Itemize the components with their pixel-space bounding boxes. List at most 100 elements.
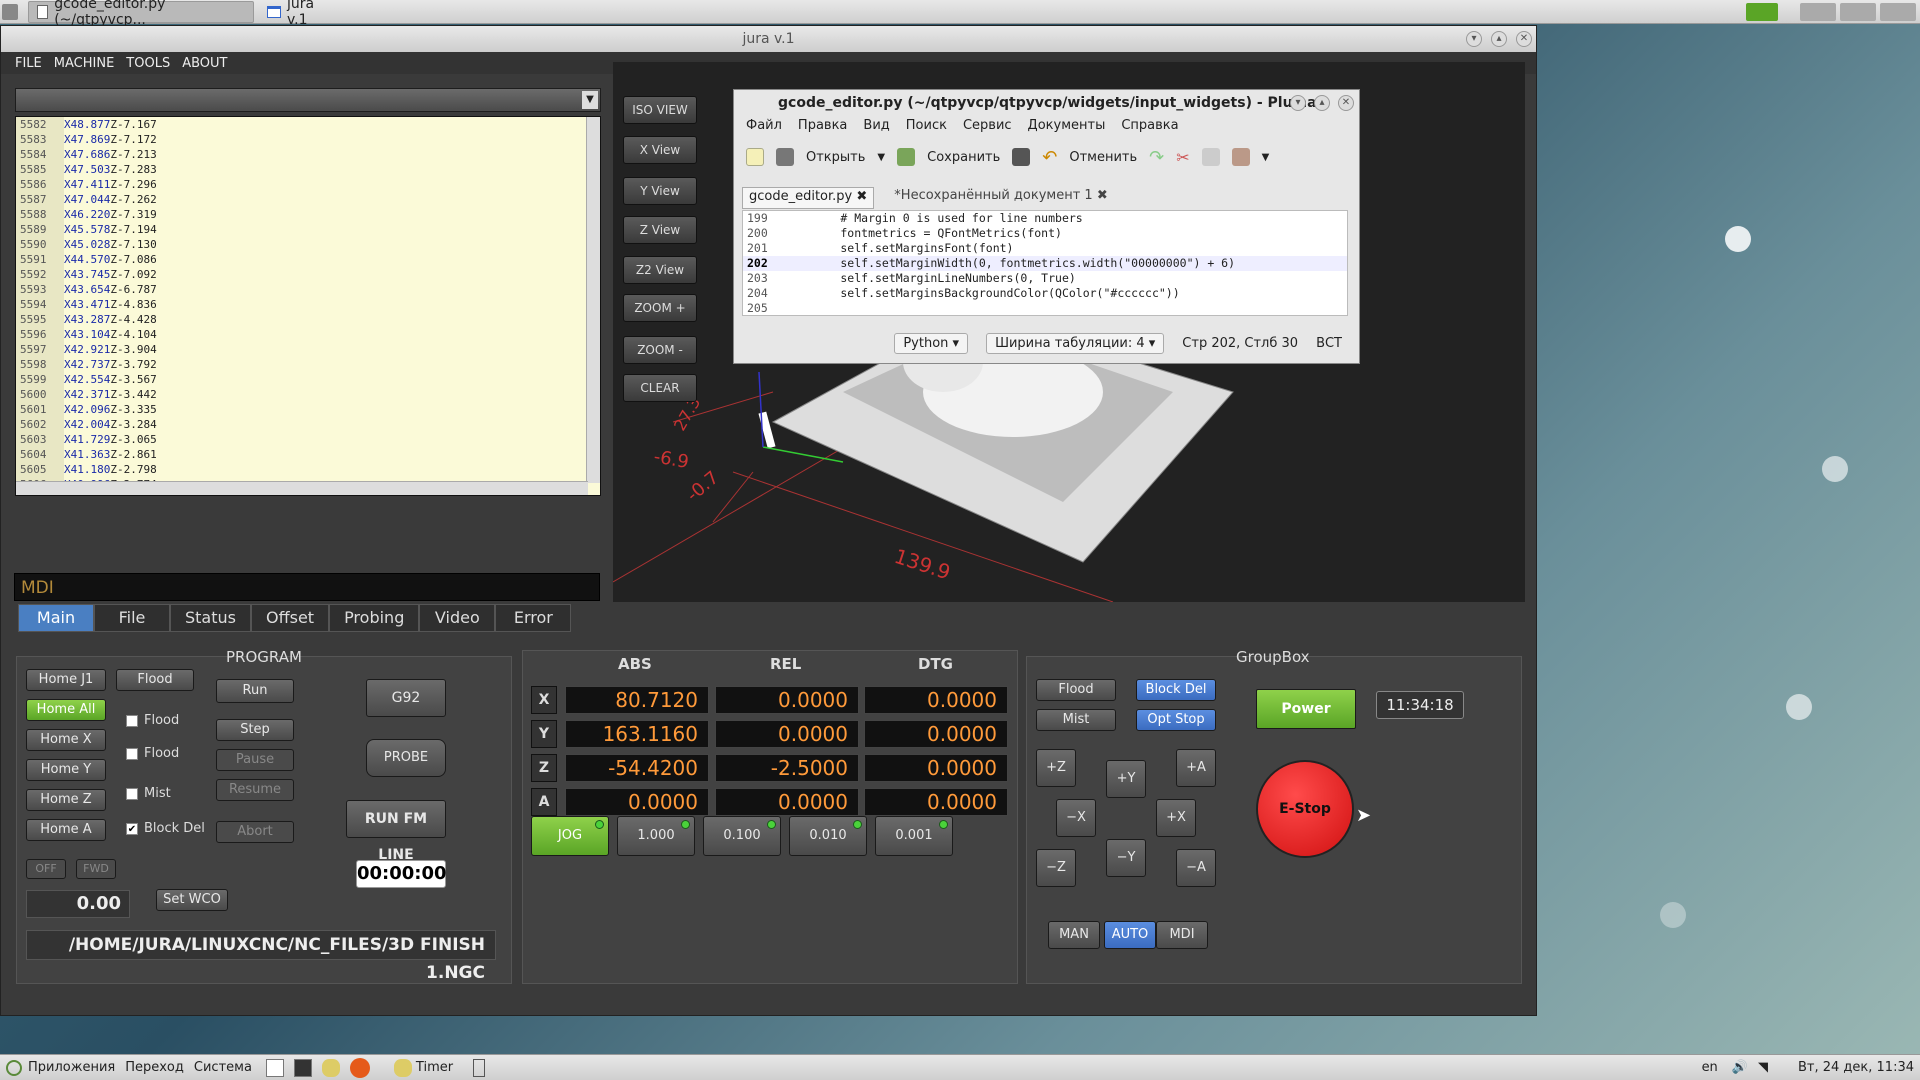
x-view-button[interactable]: X View (623, 136, 697, 164)
gcode-line[interactable]: 5586 X47.411 Z-7.296 (16, 177, 600, 192)
code-line[interactable]: 201 self.setMarginsFont(font) (743, 241, 1347, 256)
cut-icon[interactable]: ✂ (1176, 148, 1189, 167)
menu-system[interactable]: Система (194, 1060, 252, 1075)
timer-applet-icon[interactable] (393, 1058, 412, 1077)
menu-machine[interactable]: MACHINE (54, 56, 115, 71)
dro-axis-label[interactable]: Z (531, 754, 557, 782)
checkbox-box[interactable] (126, 787, 138, 800)
gcode-line[interactable]: 5590 X45.028 Z-7.130 (16, 237, 600, 252)
menu-file[interactable]: FILE (15, 56, 42, 71)
gcode-line[interactable]: 5588 X46.220 Z-7.319 (16, 207, 600, 222)
zoom-out-button[interactable]: ZOOM - (623, 336, 697, 364)
network-icon[interactable]: ◥ (1758, 1060, 1768, 1075)
home-y-button[interactable]: Home Y (26, 759, 106, 781)
dro-axis-label[interactable]: Y (531, 720, 557, 748)
home-j1-button[interactable]: Home J1 (26, 669, 106, 691)
estop-button[interactable]: E-Stop (1256, 760, 1354, 858)
jog-axis-button[interactable]: −Z (1036, 849, 1076, 887)
gcode-line[interactable]: 5602 X42.004 Z-3.284 (16, 417, 600, 432)
block-del-checkbox[interactable]: ✔ Block Del (126, 821, 205, 836)
gcode-line[interactable]: 5591 X44.570 Z-7.086 (16, 252, 600, 267)
set-wco-button[interactable]: Set WCO (156, 889, 228, 911)
language-select[interactable]: Python ▾ (894, 332, 969, 354)
y-view-button[interactable]: Y View (623, 177, 697, 205)
code-editor[interactable]: 199 # Margin 0 is used for line numbers 2… (742, 210, 1348, 316)
tab-width-select[interactable]: Ширина табуляции: 4 ▾ (986, 332, 1165, 354)
pause-button[interactable]: Pause (216, 749, 294, 771)
pluma-menu-item[interactable]: Поиск (906, 118, 947, 133)
close-icon[interactable]: ✖ (856, 189, 867, 204)
gcode-horizontal-scrollbar[interactable] (16, 481, 588, 495)
tab-status[interactable]: Status (170, 604, 251, 632)
gcode-line[interactable]: 5587 X47.044 Z-7.262 (16, 192, 600, 207)
home-a-button[interactable]: Home A (26, 819, 106, 841)
pluma-menu-item[interactable]: Правка (798, 118, 847, 133)
gcode-line[interactable]: 5596 X43.104 Z-4.104 (16, 327, 600, 342)
tab-file[interactable]: File (94, 604, 170, 632)
menu-icon[interactable] (2, 4, 18, 20)
flood2-checkbox[interactable]: Flood (126, 746, 179, 761)
opt-stop-button[interactable]: Opt Stop (1136, 709, 1216, 731)
step-button[interactable]: Step (216, 719, 294, 741)
gcode-line[interactable]: 5582 X48.877 Z-7.167 (16, 117, 600, 132)
window-titlebar[interactable]: jura v.1 ▾ ▴ ✕ (1, 26, 1536, 52)
firefox-icon[interactable] (349, 1057, 370, 1078)
tab-error[interactable]: Error (495, 604, 572, 632)
dro-axis-label[interactable]: A (531, 788, 557, 816)
save-button[interactable]: Сохранить (927, 150, 1000, 165)
close-icon[interactable]: ✖ (1097, 188, 1108, 203)
chevron-down-icon[interactable]: ▼ (877, 152, 885, 163)
jog-increment-button[interactable]: 1.000 (617, 816, 695, 856)
chevron-down-icon[interactable]: ▼ (582, 91, 598, 109)
flood-button[interactable]: Flood (1036, 679, 1116, 701)
power-button[interactable]: Power (1256, 689, 1356, 729)
pluma-menu-item[interactable]: Вид (863, 118, 889, 133)
gcode-line[interactable]: 5605 X41.180 Z-2.798 (16, 462, 600, 477)
mdi-input[interactable]: MDI (14, 573, 600, 601)
jog-increment-button[interactable]: 0.010 (789, 816, 867, 856)
undo-icon[interactable]: ↶ (1042, 147, 1057, 168)
folder-open-icon[interactable] (776, 148, 794, 166)
check-icon[interactable]: ✔ (126, 822, 138, 835)
tux-icon[interactable] (321, 1058, 340, 1077)
jog-axis-button[interactable]: +X (1156, 799, 1196, 837)
maximize-icon[interactable]: ▴ (1491, 31, 1507, 47)
volume-icon[interactable]: 🔊 (1732, 1060, 1748, 1075)
gcode-vertical-scrollbar[interactable] (586, 117, 600, 483)
minimize-icon[interactable]: ▾ (1466, 31, 1482, 47)
new-document-icon[interactable] (746, 148, 764, 166)
code-line[interactable]: 202 self.setMarginWidth(0, fontmetrics.w… (743, 256, 1347, 271)
mode-man-button[interactable]: MAN (1048, 921, 1100, 949)
timer-applet[interactable]: Timer (416, 1060, 453, 1075)
minimize-icon[interactable]: ▾ (1290, 95, 1306, 111)
workspace-switcher[interactable] (1880, 3, 1916, 21)
undo-button[interactable]: Отменить (1069, 150, 1137, 165)
probe-button[interactable]: PROBE (366, 739, 446, 777)
gcode-file-combo[interactable]: ▼ (15, 88, 601, 112)
spindle-off-button[interactable]: OFF (26, 859, 66, 879)
pluma-title[interactable]: gcode_editor.py (~/qtpyvcp/qtpyvcp/widge… (734, 90, 1359, 116)
gcode-line[interactable]: 5592 X43.745 Z-7.092 (16, 267, 600, 282)
maximize-icon[interactable]: ▴ (1314, 95, 1330, 111)
code-line[interactable]: 203 self.setMarginLineNumbers(0, True) (743, 271, 1347, 286)
show-desktop-icon[interactable] (473, 1058, 486, 1077)
tab-probing[interactable]: Probing (329, 604, 420, 632)
jog-increment-button[interactable]: 0.100 (703, 816, 781, 856)
gcode-line[interactable]: 5593 X43.654 Z-6.787 (16, 282, 600, 297)
tab-main[interactable]: Main (18, 604, 94, 632)
jog-axis-button[interactable]: −A (1176, 849, 1216, 887)
gcode-line[interactable]: 5599 X42.554 Z-3.567 (16, 372, 600, 387)
taskbar-item-pluma[interactable]: gcode_editor.py (~/qtpyvcp... (28, 0, 254, 28)
tab-offset[interactable]: Offset (250, 604, 330, 632)
block-del-button[interactable]: Block Del (1136, 679, 1216, 701)
workspace-switcher[interactable] (1800, 3, 1836, 21)
terminal-icon[interactable] (293, 1058, 312, 1077)
clear-button[interactable]: CLEAR (623, 374, 697, 402)
tab-video[interactable]: Video (419, 604, 496, 632)
gcode-line[interactable]: 5583 X47.869 Z-7.172 (16, 132, 600, 147)
run-from-line-button[interactable]: RUN FM LINE (346, 800, 446, 863)
code-line[interactable]: 205 (743, 301, 1347, 315)
gcode-line[interactable]: 5594 X43.471 Z-4.836 (16, 297, 600, 312)
jog-axis-button[interactable]: +A (1176, 749, 1216, 787)
workspace-switcher-active[interactable] (1746, 3, 1778, 21)
